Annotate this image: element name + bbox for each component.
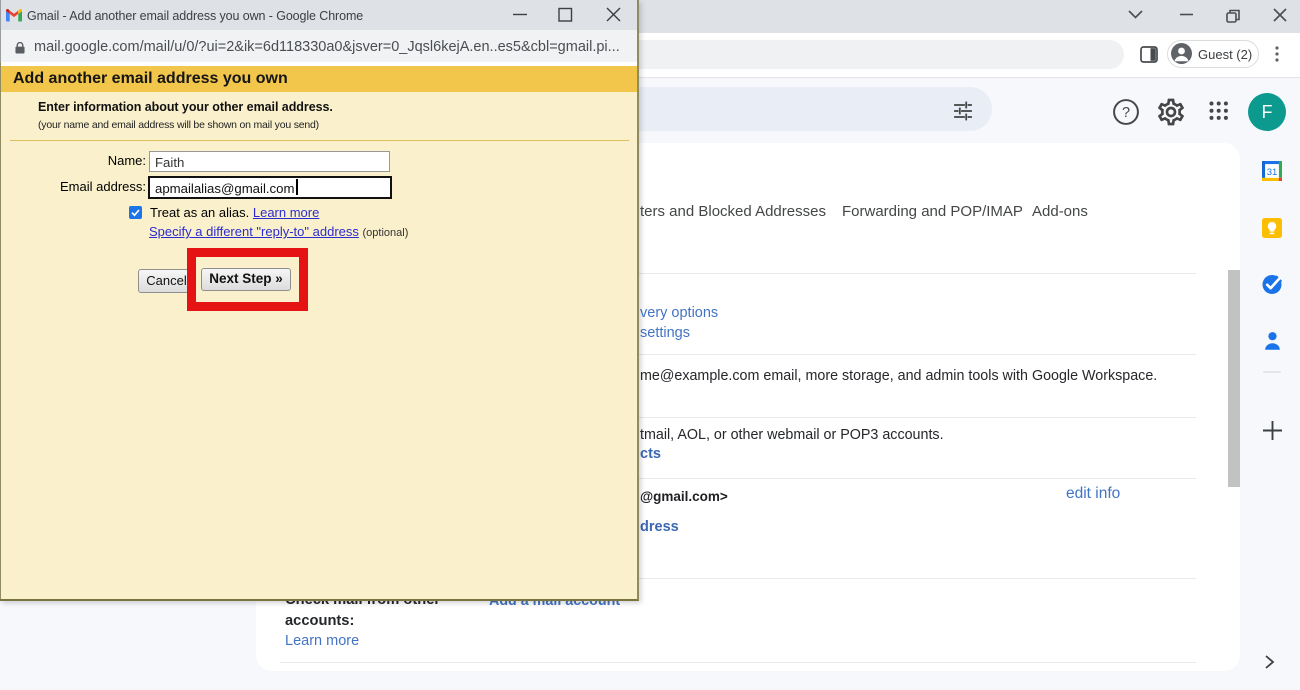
svg-text:?: ? <box>1122 105 1130 121</box>
svg-text:31: 31 <box>1267 167 1278 178</box>
